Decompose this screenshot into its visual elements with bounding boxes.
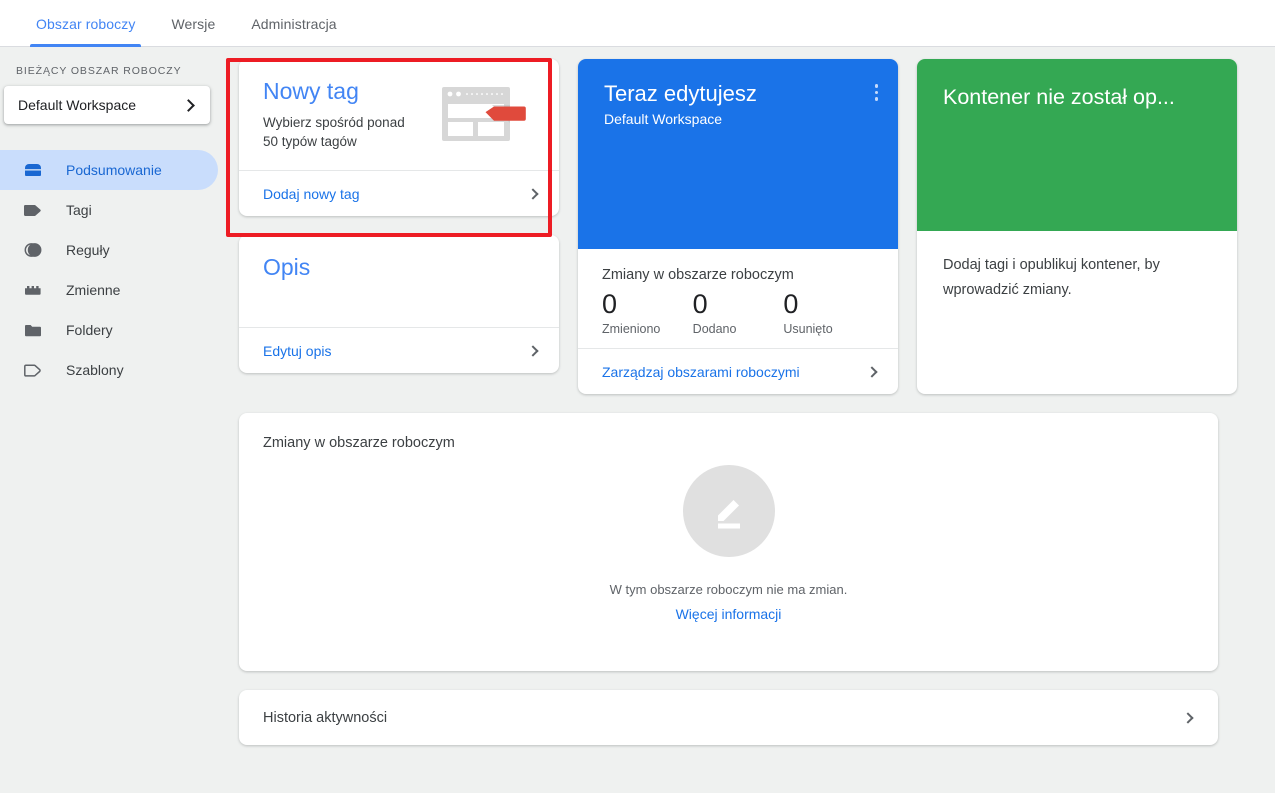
sidebar-item-label: Podsumowanie	[66, 162, 162, 178]
tab-admin[interactable]: Administracja	[233, 0, 354, 47]
main-content: Nowy tag Wybierz spośród ponad 50 typów …	[218, 47, 1275, 793]
manage-workspaces-action[interactable]: Zarządzaj obszarami roboczymi	[578, 348, 898, 394]
sidebar-item-label: Reguły	[66, 242, 110, 258]
workspace-name: Default Workspace	[18, 97, 137, 113]
column-left: Nowy tag Wybierz spośród ponad 50 typów …	[239, 59, 559, 373]
editing-card-title: Teraz edytujesz	[604, 81, 757, 106]
stat-deleted-value: 0	[783, 289, 799, 319]
stats-row: 0 Zmieniono 0 Dodano 0 Usunięto	[602, 287, 874, 336]
summary-icon	[22, 159, 44, 181]
sidebar-item-label: Tagi	[66, 202, 92, 218]
add-new-tag-label: Dodaj nowy tag	[263, 185, 360, 202]
stat-deleted: 0 Usunięto	[783, 287, 874, 336]
template-icon	[22, 359, 44, 381]
current-workspace-label: BIEŻĄCY OBSZAR ROBOCZY	[16, 65, 182, 77]
sidebar-item-foldery[interactable]: Foldery	[0, 310, 218, 350]
chevron-right-icon	[866, 365, 878, 378]
stat-modified-label: Zmieniono	[602, 322, 661, 336]
empty-state: W tym obszarze roboczym nie ma zmian. Wi…	[239, 465, 1218, 622]
workspace-selector[interactable]: Default Workspace	[4, 86, 210, 124]
edit-description-label: Edytuj opis	[263, 342, 332, 359]
new-tag-card[interactable]: Nowy tag Wybierz spośród ponad 50 typów …	[239, 59, 559, 216]
add-new-tag-action[interactable]: Dodaj nowy tag	[239, 170, 559, 216]
editing-card-header: Teraz edytujesz Default Workspace	[578, 59, 898, 249]
activity-history-row[interactable]: Historia aktywności	[239, 690, 1218, 745]
pencil-icon	[682, 465, 775, 557]
sidebar-item-label: Szablony	[66, 362, 124, 378]
workspace-changes-stats: Zmiany w obszarze roboczym 0 Zmieniono 0…	[578, 249, 898, 348]
variable-icon	[22, 279, 44, 301]
manage-workspaces-label: Zarządzaj obszarami roboczymi	[602, 363, 800, 380]
trigger-icon	[22, 239, 44, 261]
new-tag-title: Nowy tag	[263, 78, 359, 104]
workspace-changes-panel-title: Zmiany w obszarze roboczym	[263, 435, 455, 451]
description-title: Opis	[263, 254, 311, 280]
description-card[interactable]: Opis Edytuj opis	[239, 235, 559, 373]
new-tag-illustration-icon	[440, 85, 535, 143]
stat-added-value: 0	[692, 289, 708, 319]
editing-workspace-card: Teraz edytujesz Default Workspace Zmiany…	[578, 59, 898, 394]
workspace-changes-title: Zmiany w obszarze roboczym	[602, 267, 794, 283]
published-card-title: Kontener nie został op...	[943, 85, 1175, 109]
stat-added-label: Dodano	[692, 322, 737, 336]
tab-admin-label: Administracja	[251, 15, 337, 32]
sidebar-item-zmienne[interactable]: Zmienne	[0, 270, 218, 310]
published-card-header: Kontener nie został op...	[917, 59, 1237, 231]
more-options-icon[interactable]	[874, 84, 878, 101]
activity-history-label: Historia aktywności	[263, 709, 388, 726]
empty-state-message: W tym obszarze roboczym nie ma zmian.	[609, 582, 848, 597]
container-published-card: Kontener nie został op... Dodaj tagi i o…	[917, 59, 1237, 394]
tab-workspace[interactable]: Obszar roboczy	[18, 0, 153, 47]
new-tag-subtitle: Wybierz spośród ponad 50 typów tagów	[263, 113, 405, 151]
tab-versions[interactable]: Wersje	[153, 0, 233, 47]
edit-description-action[interactable]: Edytuj opis	[239, 327, 559, 373]
new-tag-subtitle-line2: 50 typów tagów	[263, 134, 357, 150]
sidebar-item-podsumowanie[interactable]: Podsumowanie	[0, 150, 218, 190]
cards-grid: Nowy tag Wybierz spośród ponad 50 typów …	[239, 59, 1237, 394]
published-card-body: Dodaj tagi i opublikuj kontener, by wpro…	[917, 231, 1237, 394]
sidebar-item-szablony[interactable]: Szablony	[0, 350, 218, 390]
top-tab-bar: Obszar roboczy Wersje Administracja	[0, 0, 1275, 47]
new-tag-card-body: Nowy tag Wybierz spośród ponad 50 typów …	[239, 59, 559, 170]
new-tag-subtitle-line1: Wybierz spośród ponad	[263, 115, 405, 131]
tag-icon	[22, 199, 44, 221]
tab-list: Obszar roboczy Wersje Administracja	[0, 0, 1275, 47]
chevron-right-icon	[1182, 711, 1194, 724]
tab-workspace-label: Obszar roboczy	[36, 15, 136, 32]
description-card-body: Opis	[239, 235, 559, 327]
stat-deleted-label: Usunięto	[783, 322, 833, 336]
sidebar-item-reguly[interactable]: Reguły	[0, 230, 218, 270]
stat-modified-value: 0	[602, 289, 618, 319]
folder-icon	[22, 319, 44, 341]
stat-modified: 0 Zmieniono	[602, 287, 693, 336]
chevron-right-icon	[527, 187, 539, 200]
chevron-right-icon	[527, 344, 539, 357]
workspace-changes-panel: Zmiany w obszarze roboczym W tym obszarz…	[239, 413, 1218, 671]
published-card-text: Dodaj tagi i opublikuj kontener, by wpro…	[943, 257, 1160, 298]
stat-added: 0 Dodano	[693, 287, 784, 336]
sidebar-item-tagi[interactable]: Tagi	[0, 190, 218, 230]
editing-card-subtitle: Default Workspace	[604, 111, 723, 128]
learn-more-link[interactable]: Więcej informacji	[676, 606, 782, 622]
tab-versions-label: Wersje	[171, 15, 216, 32]
sidebar: BIEŻĄCY OBSZAR ROBOCZY Default Workspace…	[0, 47, 218, 793]
sidebar-nav: Podsumowanie Tagi Reguły Zmienne Foldery	[0, 150, 218, 390]
new-tag-text: Nowy tag Wybierz spośród ponad 50 typów …	[263, 78, 405, 156]
sidebar-item-label: Zmienne	[66, 282, 121, 298]
sidebar-item-label: Foldery	[66, 322, 113, 338]
chevron-right-icon	[182, 98, 195, 112]
